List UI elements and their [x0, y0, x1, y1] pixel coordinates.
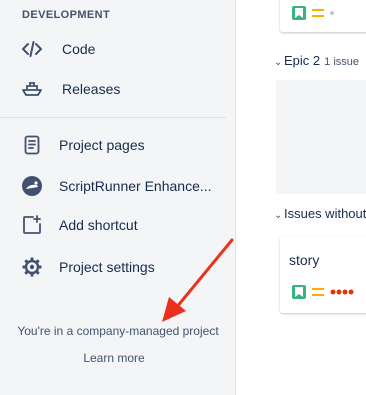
scriptrunner-icon: [20, 174, 44, 198]
chevron-down-icon: ⌄: [274, 57, 283, 68]
chevron-down-icon: ⌄: [274, 210, 283, 221]
estimate-dot-icon: [330, 11, 334, 15]
project-sidebar: DEVELOPMENT Code Releases Project pages …: [0, 0, 236, 395]
add-shortcut-icon: [20, 213, 44, 237]
sidebar-item-label: Add shortcut: [59, 217, 138, 233]
sidebar-item-label: Project settings: [59, 259, 155, 275]
sidebar-item-releases[interactable]: Releases: [0, 71, 235, 107]
issue-card-story[interactable]: story: [280, 236, 366, 313]
priority-medium-icon: [312, 288, 324, 296]
learn-more-link[interactable]: Learn more: [0, 351, 228, 365]
story-icon: [292, 285, 306, 299]
group-label: Epic 2: [284, 53, 321, 68]
code-icon: [20, 37, 44, 61]
sidebar-item-add-shortcut[interactable]: Add shortcut: [0, 207, 235, 243]
ship-icon: [20, 77, 44, 101]
gear-icon: [20, 255, 44, 279]
story-points-dots-icon: [330, 289, 354, 295]
sidebar-item-project-pages[interactable]: Project pages: [0, 127, 235, 163]
sidebar-item-code[interactable]: Code: [0, 31, 235, 67]
document-icon: [20, 133, 44, 157]
empty-column-dropzone: [276, 80, 366, 194]
group-header-epic-2[interactable]: ⌄ Epic 21 issue: [274, 53, 359, 68]
company-managed-text: You're in a company-managed project: [17, 324, 219, 338]
board-area: ⌄ Epic 21 issue ⌄ Issues without story: [236, 0, 366, 395]
group-count: 1 issue: [324, 56, 359, 68]
sidebar-item-label: Code: [62, 41, 96, 57]
sidebar-divider: [0, 117, 226, 118]
group-header-issues-without[interactable]: ⌄ Issues without: [274, 206, 366, 221]
sidebar-item-label: Releases: [62, 81, 121, 97]
sidebar-item-project-settings[interactable]: Project settings: [0, 249, 235, 285]
sidebar-item-label: Project pages: [59, 137, 145, 153]
priority-medium-icon: [312, 9, 324, 17]
issue-card[interactable]: [280, 0, 366, 32]
sidebar-item-label: ScriptRunner Enhance...: [59, 178, 212, 194]
section-title-development: DEVELOPMENT: [22, 9, 111, 21]
issue-title: story: [289, 252, 320, 268]
story-icon: [292, 6, 306, 20]
sidebar-item-scriptrunner[interactable]: ScriptRunner Enhance...: [0, 168, 235, 204]
group-label: Issues without: [284, 206, 366, 221]
